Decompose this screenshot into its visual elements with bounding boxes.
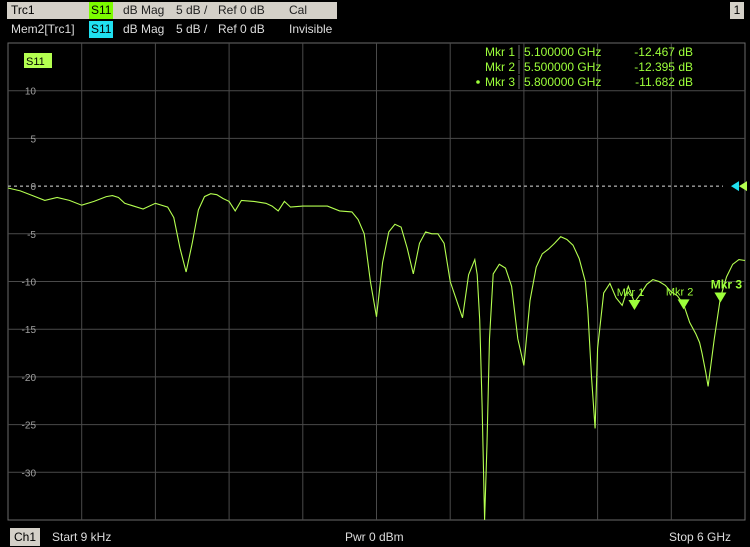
trace-badge-label: S11 (26, 56, 45, 68)
y-tick-label: 10 (25, 87, 37, 98)
trace-scale: 5 dB / (176, 3, 208, 17)
trace-status: Cal (289, 3, 308, 17)
trace-row-2[interactable]: Mem2[Trc1] S11 dB Mag 5 dB / Ref 0 dB In… (0, 21, 750, 38)
trace-format: dB Mag (123, 3, 165, 17)
trace-plot[interactable]: 10 5 0 -5 -10 -15 -20 -25 -30 S11 Mkr 1 Mkr 1 5.1000… (0, 38, 750, 527)
y-tick-label: -15 (22, 325, 37, 336)
marker-label: Mkr 3 (711, 278, 743, 292)
marker-readout-name: Mkr 2 (485, 60, 515, 74)
y-tick-label: -25 (22, 421, 37, 432)
marker-readout-value: -12.467 dB (634, 45, 693, 59)
y-tick-label: 0 (30, 182, 36, 193)
y-tick-label: -20 (22, 373, 37, 384)
trace-ref-arrow (739, 181, 747, 192)
memory-scale: 5 dB / (176, 22, 208, 36)
trace-info[interactable]: S11 dB Mag 5 dB / Ref 0 dB Cal (87, 2, 337, 19)
marker-triangle (714, 292, 727, 303)
marker-readout-frequency: 5.100000 GHz (524, 45, 601, 59)
stop-frequency[interactable]: Stop 6 GHz (669, 527, 731, 547)
memory-trace-name[interactable]: Mem2[Trc1] (11, 21, 75, 38)
marker-readout-frequency: 5.800000 GHz (524, 75, 601, 89)
y-tick-label: -5 (27, 230, 36, 241)
y-tick-label: -30 (22, 468, 37, 479)
memory-status: Invisible (289, 22, 333, 36)
marker-triangle (677, 299, 690, 310)
channel-button[interactable]: Ch1 (10, 528, 41, 546)
memory-param-badge: S11 (89, 21, 114, 38)
marker-readout-name: Mkr 1 (485, 45, 515, 59)
y-tick-label: 5 (30, 134, 36, 145)
memory-ref-arrow (731, 181, 739, 192)
active-marker-dot (476, 80, 480, 84)
source-power[interactable]: Pwr 0 dBm (345, 527, 404, 547)
window-number[interactable]: 1 (730, 2, 744, 19)
trace-param-badge: S11 (89, 2, 114, 19)
trace-ref: Ref 0 dB (218, 3, 265, 17)
marker-readout-frequency: 5.500000 GHz (524, 60, 601, 74)
marker-readout-name: Mkr 3 (485, 75, 515, 89)
trace-row-1[interactable]: Trc1 S11 dB Mag 5 dB / Ref 0 dB Cal 1 (0, 2, 750, 19)
start-frequency[interactable]: Start 9 kHz (52, 527, 111, 547)
marker-readout-value: -11.682 dB (635, 75, 693, 89)
trace-name[interactable]: Trc1 (7, 2, 87, 19)
channel-footer: Ch1 Start 9 kHz Pwr 0 dBm Stop 6 GHz (0, 527, 750, 547)
memory-format: dB Mag (123, 22, 165, 36)
marker-readout-value: -12.395 dB (634, 60, 693, 74)
marker-label: Mkr 2 (666, 286, 694, 298)
analyzer-window: Trc1 S11 dB Mag 5 dB / Ref 0 dB Cal 1 Me… (0, 0, 750, 547)
marker-triangle (628, 300, 641, 311)
trace-header: Trc1 S11 dB Mag 5 dB / Ref 0 dB Cal 1 Me… (0, 0, 750, 38)
memory-ref: Ref 0 dB (218, 22, 265, 36)
y-tick-label: -10 (22, 278, 37, 289)
marker-label: Mkr 1 (617, 287, 645, 299)
